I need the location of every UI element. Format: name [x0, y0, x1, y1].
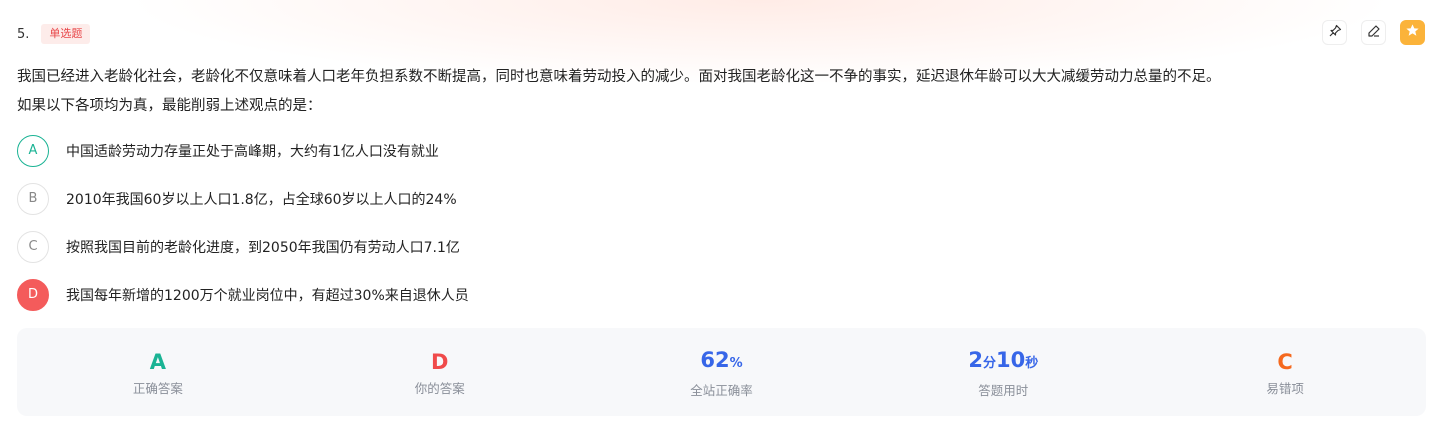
correct-answer-value: A: [149, 349, 167, 374]
time-label: 答题用时: [978, 382, 1029, 398]
pin-button[interactable]: [1322, 20, 1347, 45]
stat-time: 2分10秒 答题用时: [862, 328, 1144, 416]
option-letter-c: C: [17, 230, 49, 263]
time-value-wrap: 2分10秒: [968, 346, 1038, 378]
option-letter-b: B: [17, 182, 49, 215]
option-letter-a: A: [17, 134, 49, 167]
option-b[interactable]: B 2010年我国60岁以上人口1.8亿，占全球60岁以上人口的24%: [17, 182, 1417, 215]
favorite-button[interactable]: [1400, 20, 1425, 45]
time-minutes-unit: 分: [982, 355, 996, 371]
question-type-badge: 单选题: [41, 24, 91, 44]
option-c[interactable]: C 按照我国目前的老龄化进度，到2050年我国仍有劳动人口7.1亿: [17, 230, 1417, 263]
common-wrong-value: C: [1277, 349, 1293, 374]
option-letter-d: D: [17, 278, 49, 311]
question-stem: 我国已经进入老龄化社会，老龄化不仅意味着人口老年负担系数不断提高，同时也意味着劳…: [17, 63, 1417, 121]
time-minutes: 2: [968, 347, 983, 372]
question-header: 5. 单选题: [17, 20, 1425, 46]
stat-correct-answer: A 正确答案: [17, 328, 299, 416]
option-a[interactable]: A 中国适龄劳动力存量正处于高峰期，大约有1亿人口没有就业: [17, 134, 1417, 167]
edit-note-button[interactable]: [1361, 20, 1386, 45]
option-text-d: 我国每年新增的1200万个就业岗位中，有超过30%来自退休人员: [66, 287, 469, 304]
options-list: A 中国适龄劳动力存量正处于高峰期，大约有1亿人口没有就业 B 2010年我国6…: [17, 134, 1417, 326]
edit-icon: [1367, 23, 1381, 42]
question-number: 5.: [17, 26, 30, 42]
pin-icon: [1328, 23, 1342, 42]
accuracy-label: 全站正确率: [690, 382, 753, 398]
option-text-a: 中国适龄劳动力存量正处于高峰期，大约有1亿人口没有就业: [66, 143, 439, 160]
option-text-c: 按照我国目前的老龄化进度，到2050年我国仍有劳动人口7.1亿: [66, 239, 460, 256]
your-answer-value: D: [430, 349, 449, 374]
stat-your-answer: D 你的答案: [299, 328, 581, 416]
correct-answer-label: 正确答案: [132, 380, 183, 396]
accuracy-unit: %: [729, 355, 743, 371]
option-d[interactable]: D 我国每年新增的1200万个就业岗位中，有超过30%来自退休人员: [17, 278, 1417, 311]
stat-accuracy: 62% 全站正确率: [581, 328, 863, 416]
your-answer-label: 你的答案: [414, 380, 465, 396]
common-wrong-label: 易错项: [1266, 380, 1304, 396]
stat-common-wrong: C 易错项: [1144, 328, 1426, 416]
time-seconds: 10: [995, 347, 1026, 372]
star-icon: [1405, 23, 1420, 42]
question-toolbar: [1322, 20, 1425, 45]
option-text-b: 2010年我国60岁以上人口1.8亿，占全球60岁以上人口的24%: [66, 191, 457, 208]
question-stem-line1: 我国已经进入老龄化社会，老龄化不仅意味着人口老年负担系数不断提高，同时也意味着劳…: [17, 69, 1221, 85]
answer-stats-panel: A 正确答案 D 你的答案 62% 全站正确率 2分10秒 答题用时 C 易错项: [17, 328, 1426, 416]
question-stem-line2: 如果以下各项均为真，最能削弱上述观点的是：: [17, 98, 322, 114]
time-seconds-unit: 秒: [1025, 355, 1039, 371]
accuracy-value: 62: [700, 347, 730, 372]
accuracy-value-wrap: 62%: [700, 346, 742, 378]
